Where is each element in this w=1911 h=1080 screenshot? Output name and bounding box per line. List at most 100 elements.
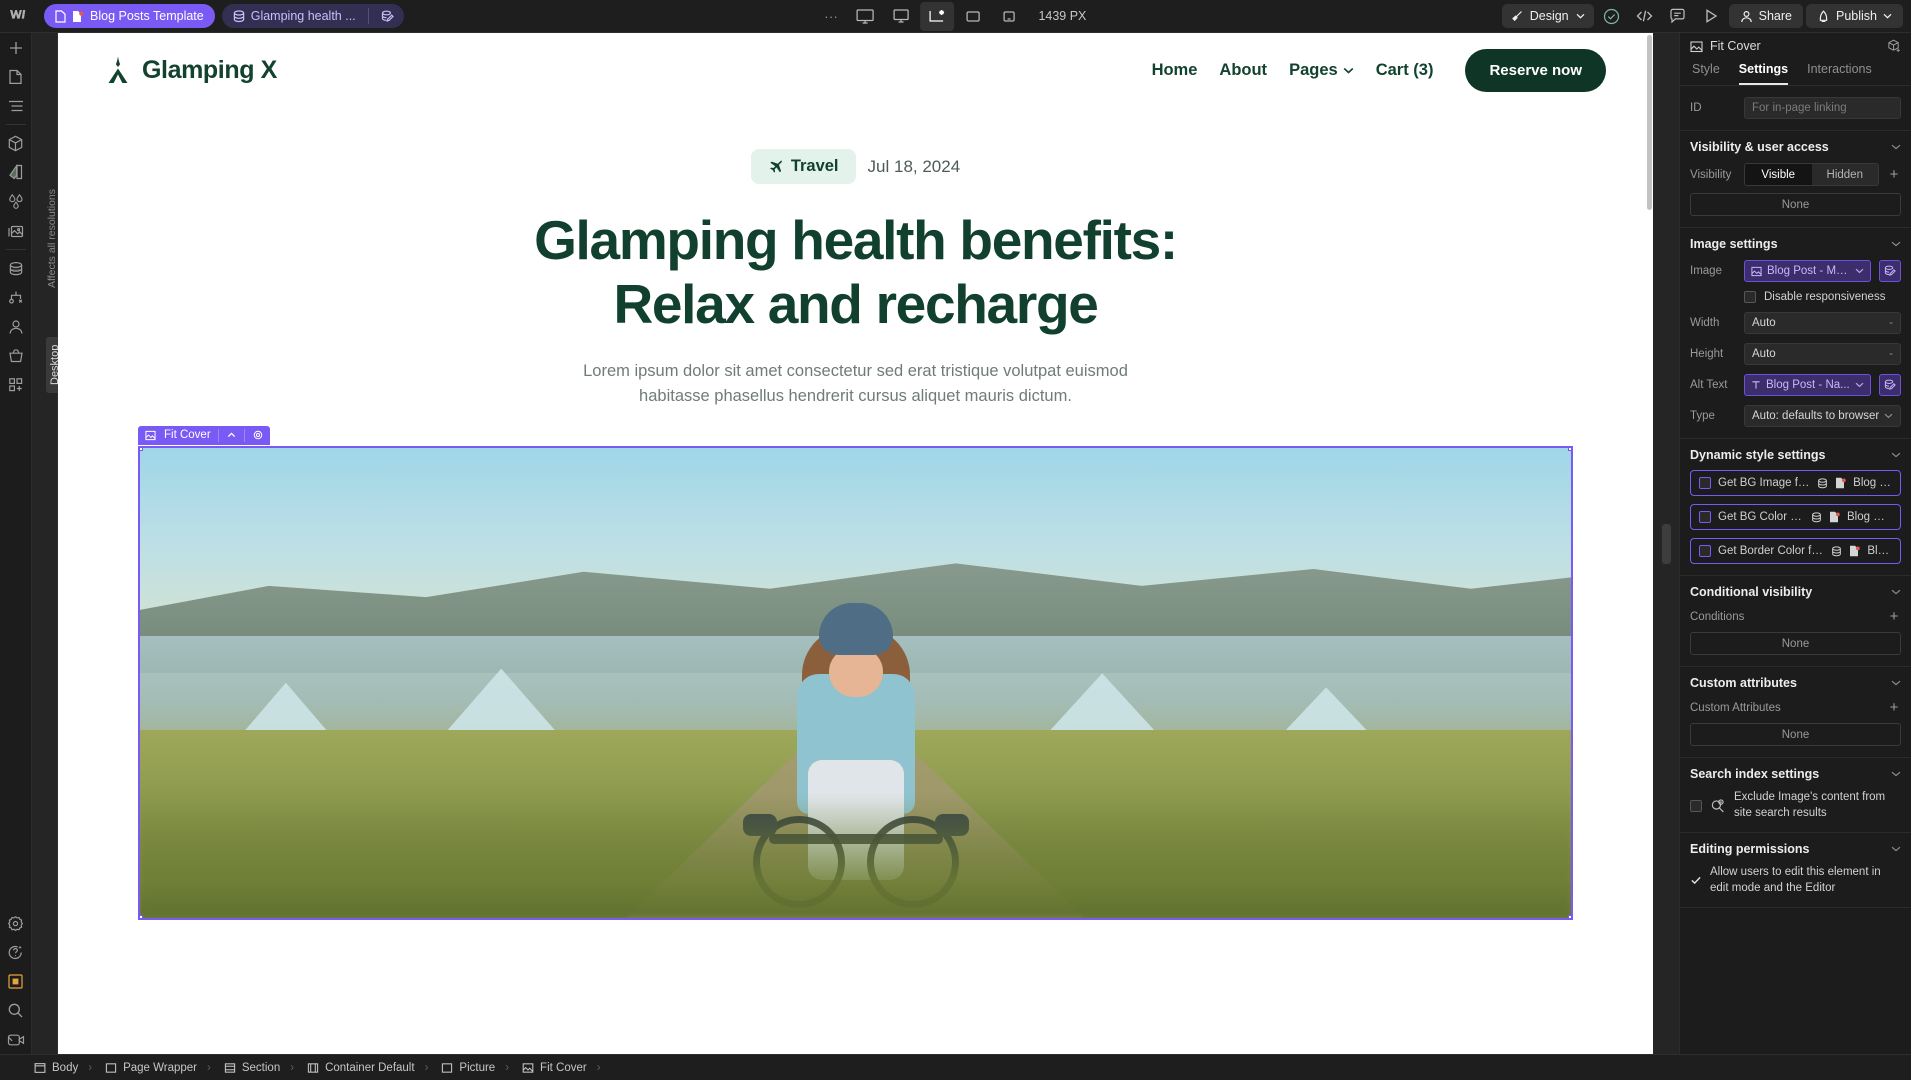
settings-gear-icon[interactable] xyxy=(0,909,32,938)
assets-icon[interactable] xyxy=(0,216,32,245)
id-input[interactable]: For in-page linking xyxy=(1744,97,1901,119)
image-cms-binding-icon[interactable] xyxy=(1879,260,1901,282)
category-badge[interactable]: Travel xyxy=(750,149,856,184)
disable-responsiveness-checkbox[interactable] xyxy=(1744,291,1756,303)
resize-handle-bottom-right[interactable] xyxy=(1568,914,1571,918)
height-input[interactable]: Auto - xyxy=(1744,343,1901,365)
ai-assist-icon[interactable] xyxy=(0,938,32,967)
logic-icon[interactable] xyxy=(0,283,32,312)
get-bg-color-checkbox[interactable] xyxy=(1699,511,1711,523)
components-icon[interactable] xyxy=(0,129,32,158)
add-visibility-condition-button[interactable]: + xyxy=(1887,166,1901,183)
tab-settings[interactable]: Settings xyxy=(1738,62,1789,85)
get-bg-color-row[interactable]: Get BG Color from Blog Po... xyxy=(1690,504,1901,530)
comment-icon[interactable] xyxy=(1663,3,1693,29)
navigator-icon[interactable] xyxy=(0,91,32,120)
preview-play-icon[interactable] xyxy=(1696,3,1726,29)
reserve-now-button[interactable]: Reserve now xyxy=(1465,48,1606,92)
site-brand[interactable]: Glamping X xyxy=(105,55,277,85)
desktop-breakpoint-button[interactable] xyxy=(848,2,882,31)
canvas-scrollbar-thumb[interactable] xyxy=(1647,35,1652,210)
get-border-color-checkbox[interactable] xyxy=(1699,545,1711,557)
image-source-dropdown[interactable]: Blog Post - Ma... xyxy=(1744,260,1871,282)
search-icon[interactable] xyxy=(0,996,32,1025)
add-elements-icon[interactable] xyxy=(0,33,32,62)
tab-interactions[interactable]: Interactions xyxy=(1807,62,1872,85)
variables-icon[interactable] xyxy=(0,187,32,216)
select-parent-icon[interactable] xyxy=(224,431,239,440)
nav-link-pages[interactable]: Pages xyxy=(1289,61,1354,80)
chevron-down-icon[interactable] xyxy=(1891,452,1901,458)
settings-gear-icon[interactable] xyxy=(250,430,266,440)
site-preview[interactable]: Glamping X Home About Pages Cart (3) Res… xyxy=(58,33,1653,1054)
collection-edit-icon[interactable] xyxy=(375,10,400,23)
allow-edit-checkbox[interactable] xyxy=(1690,875,1702,887)
canvas-scrollbar[interactable] xyxy=(1646,33,1653,1054)
search-index-title[interactable]: Search index settings xyxy=(1690,767,1901,781)
get-bg-image-checkbox[interactable] xyxy=(1699,477,1711,489)
dynamic-style-title[interactable]: Dynamic style settings xyxy=(1690,448,1901,462)
chevron-down-icon[interactable] xyxy=(1891,589,1901,595)
add-custom-attribute-button[interactable]: + xyxy=(1887,699,1901,716)
design-mode-dropdown[interactable]: Design xyxy=(1501,4,1594,28)
chevron-down-icon[interactable] xyxy=(1891,144,1901,150)
editing-permissions-title[interactable]: Editing permissions xyxy=(1690,842,1901,856)
conditional-visibility-title[interactable]: Conditional visibility xyxy=(1690,585,1901,599)
nav-link-cart[interactable]: Cart (3) xyxy=(1376,61,1434,80)
fit-cover-image[interactable] xyxy=(138,445,1573,920)
selection-badge[interactable]: Fit Cover xyxy=(138,425,270,445)
chevron-down-icon[interactable] xyxy=(1891,846,1901,852)
breadcrumb-item-section[interactable]: Section › xyxy=(220,1062,303,1074)
type-dropdown[interactable]: Auto: defaults to browser xyxy=(1744,405,1901,427)
webflow-logo-icon[interactable] xyxy=(0,0,36,32)
users-icon[interactable] xyxy=(0,312,32,341)
nav-link-about[interactable]: About xyxy=(1219,61,1267,80)
exclude-search-checkbox[interactable] xyxy=(1690,799,1702,812)
image-settings-title[interactable]: Image settings xyxy=(1690,237,1901,251)
video-tutorials-icon[interactable] xyxy=(0,1025,32,1054)
visibility-option-hidden[interactable]: Hidden xyxy=(1812,164,1879,185)
base-breakpoint-button[interactable] xyxy=(920,1,955,31)
resize-handle-top-right[interactable] xyxy=(1568,447,1571,451)
mobile-portrait-breakpoint-button[interactable] xyxy=(992,2,1026,31)
visibility-section-title[interactable]: Visibility & user access xyxy=(1690,140,1901,154)
ecommerce-icon[interactable] xyxy=(0,341,32,370)
mobile-landscape-breakpoint-button[interactable] xyxy=(956,2,990,31)
tablet-breakpoint-button[interactable] xyxy=(884,2,918,31)
resize-handle-bottom-left[interactable] xyxy=(140,914,143,918)
resize-handle-top-left[interactable] xyxy=(140,447,143,451)
visibility-option-visible[interactable]: Visible xyxy=(1745,164,1812,185)
breadcrumb-item-page-wrapper[interactable]: Page Wrapper › xyxy=(101,1062,220,1074)
create-component-icon[interactable] xyxy=(1887,39,1901,53)
share-button[interactable]: Share xyxy=(1728,4,1803,28)
chevron-down-icon[interactable] xyxy=(1891,241,1901,247)
breakpoint-overflow-button[interactable]: ... xyxy=(825,6,847,27)
tab-style[interactable]: Style xyxy=(1692,62,1720,85)
chevron-down-icon[interactable] xyxy=(1891,771,1901,777)
breadcrumb-item-picture[interactable]: Picture › xyxy=(437,1062,518,1074)
audit-check-icon[interactable] xyxy=(1597,3,1627,29)
tab-blog-posts-template[interactable]: Blog Posts Template xyxy=(44,4,215,28)
add-condition-button[interactable]: + xyxy=(1887,608,1901,625)
canvas-resize-handle[interactable] xyxy=(1662,523,1671,564)
code-icon[interactable] xyxy=(1630,3,1660,29)
quick-find-box-icon[interactable] xyxy=(0,967,32,996)
alt-text-cms-binding-icon[interactable] xyxy=(1879,374,1901,396)
custom-attributes-none-value[interactable]: None xyxy=(1690,723,1901,746)
publish-button[interactable]: Publish xyxy=(1806,4,1903,28)
get-bg-image-row[interactable]: Get BG Image from Blog P... xyxy=(1690,470,1901,496)
alt-text-dropdown[interactable]: Blog Post - Na... xyxy=(1744,374,1871,396)
visibility-none-value[interactable]: None xyxy=(1690,193,1901,216)
apps-icon[interactable] xyxy=(0,370,32,399)
tab-glamping-health[interactable]: Glamping health ... xyxy=(221,4,404,28)
style-selector-icon[interactable] xyxy=(0,158,32,187)
nav-link-home[interactable]: Home xyxy=(1152,61,1198,80)
width-input[interactable]: Auto - xyxy=(1744,312,1901,334)
breadcrumb-item-body[interactable]: Body › xyxy=(30,1062,101,1074)
conditions-none-value[interactable]: None xyxy=(1690,632,1901,655)
chevron-down-icon[interactable] xyxy=(1891,680,1901,686)
breadcrumb-item-container-default[interactable]: Container Default › xyxy=(303,1062,437,1074)
custom-attributes-title[interactable]: Custom attributes xyxy=(1690,676,1901,690)
cms-icon[interactable] xyxy=(0,254,32,283)
get-border-color-row[interactable]: Get Border Color from Blo... xyxy=(1690,538,1901,564)
